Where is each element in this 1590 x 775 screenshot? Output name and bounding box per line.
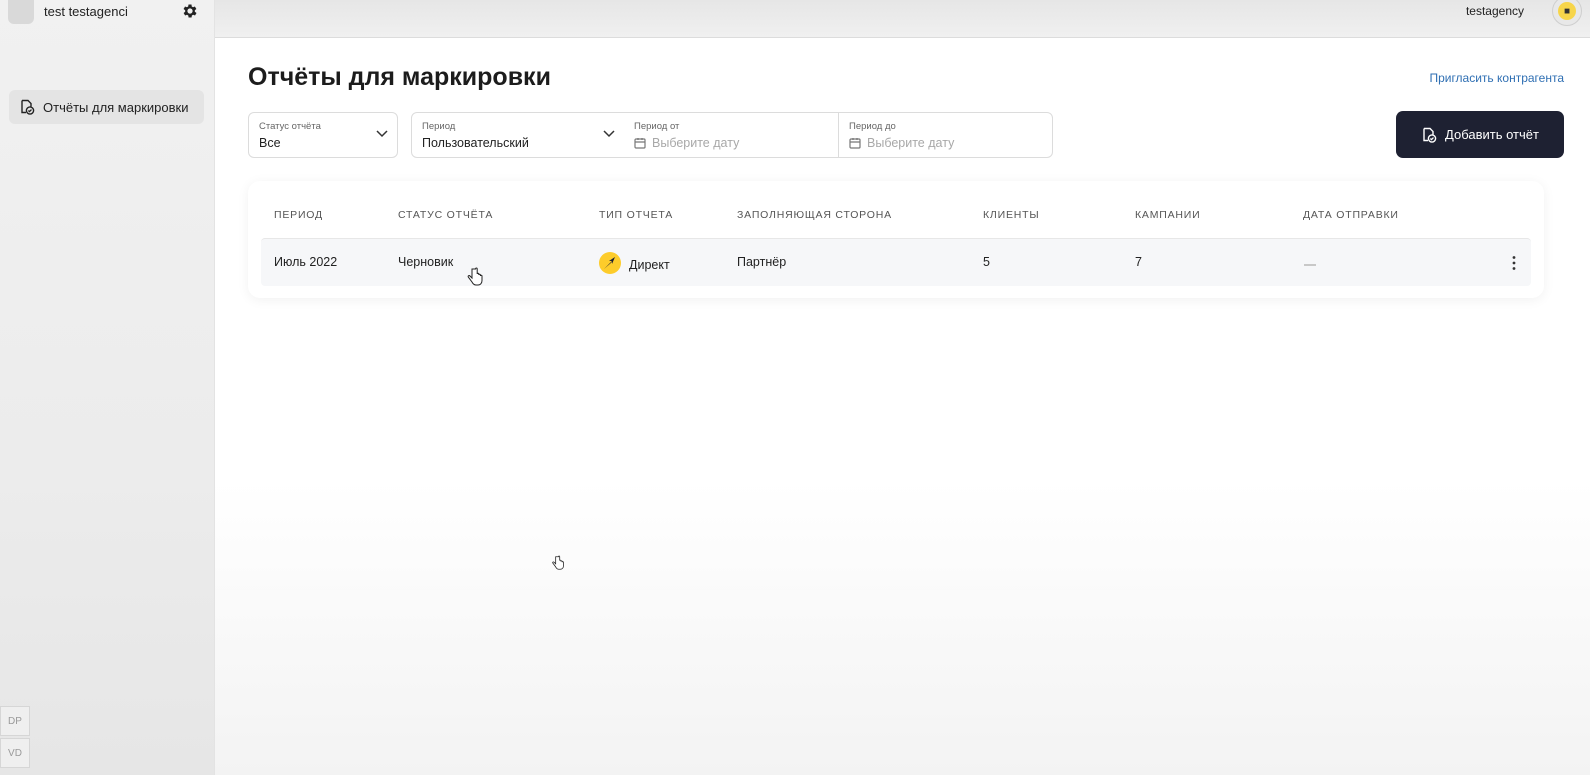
org-name[interactable]: test testagenci <box>44 4 128 19</box>
period-from-field[interactable]: Период от Выберите дату <box>624 112 839 158</box>
sidebar: test testagenci Отчёты для маркировки DP… <box>0 0 215 775</box>
period-from-placeholder: Выберите дату <box>652 136 740 150</box>
reports-table: ПЕРИОД СТАТУС ОТЧЁТА ТИП ОТЧЕТА ЗАПОЛНЯЮ… <box>248 181 1544 298</box>
table-header: ПЕРИОД СТАТУС ОТЧЁТА ТИП ОТЧЕТА ЗАПОЛНЯЮ… <box>248 209 1544 225</box>
column-header-clients[interactable]: КЛИЕНТЫ <box>983 209 1039 221</box>
gear-icon[interactable] <box>181 2 199 20</box>
org-avatar[interactable] <box>8 0 34 24</box>
chevron-down-icon <box>376 130 388 138</box>
status-filter-select[interactable]: Статус отчёта Все <box>248 112 398 158</box>
topbar: testagency ■ <box>215 0 1590 38</box>
sidebar-item-marking-reports[interactable]: Отчёты для маркировки <box>9 90 204 124</box>
more-vertical-icon[interactable] <box>1511 255 1517 271</box>
hand-cursor-icon <box>467 267 483 286</box>
cell-type: Директ <box>599 252 670 274</box>
user-avatar-icon: ■ <box>1558 2 1576 20</box>
cell-period: Июль 2022 <box>274 255 338 269</box>
report-icon <box>1423 127 1437 143</box>
main-content: Отчёты для маркировки Пригласить контраг… <box>215 39 1590 775</box>
status-filter-label: Статус отчёта <box>259 121 321 132</box>
add-report-button[interactable]: Добавить отчёт <box>1396 111 1564 158</box>
direct-logo-icon <box>599 252 621 274</box>
add-report-label: Добавить отчёт <box>1445 127 1539 142</box>
report-icon <box>21 99 35 115</box>
period-to-field[interactable]: Период до Выберите дату <box>838 112 1053 158</box>
cell-status: Черновик <box>398 255 454 269</box>
column-header-filler[interactable]: ЗАПОЛНЯЮЩАЯ СТОРОНА <box>737 209 892 221</box>
user-avatar[interactable]: ■ <box>1552 0 1582 26</box>
status-filter-value: Все <box>259 136 281 150</box>
dp-button[interactable]: DP <box>0 706 30 736</box>
cell-filler: Партнёр <box>737 255 787 269</box>
cell-campaigns: 7 <box>1135 255 1142 269</box>
invite-counterparty-link[interactable]: Пригласить контрагента <box>1429 71 1564 85</box>
column-header-campaigns[interactable]: КАМПАНИИ <box>1135 209 1201 221</box>
period-filter-label: Период <box>422 121 456 132</box>
cell-type-label: Директ <box>629 257 670 272</box>
column-header-status[interactable]: СТАТУС ОТЧЁТА <box>398 209 493 221</box>
cell-clients: 5 <box>983 255 990 269</box>
period-filter-value: Пользовательский <box>422 136 529 150</box>
calendar-icon <box>634 138 646 149</box>
column-header-period[interactable]: ПЕРИОД <box>274 209 323 221</box>
period-to-label: Период до <box>849 121 896 132</box>
column-header-sent-date[interactable]: ДАТА ОТПРАВКИ <box>1303 209 1399 221</box>
period-from-label: Период от <box>634 121 680 132</box>
chevron-down-icon <box>603 130 615 138</box>
table-row[interactable]: Июль 2022 Черновик Директ Партнёр 5 7 <box>261 238 1531 286</box>
period-filter-select[interactable]: Период Пользовательский <box>411 112 625 158</box>
hand-cursor-icon <box>552 555 564 570</box>
username[interactable]: testagency <box>1466 4 1524 18</box>
period-to-placeholder: Выберите дату <box>867 136 955 150</box>
page-title: Отчёты для маркировки <box>248 63 551 91</box>
empty-sent-date-dash <box>1304 264 1316 266</box>
vd-button[interactable]: VD <box>0 738 30 768</box>
sidebar-item-label: Отчёты для маркировки <box>43 99 189 115</box>
calendar-icon <box>849 138 861 149</box>
column-header-type[interactable]: ТИП ОТЧЕТА <box>599 209 673 221</box>
